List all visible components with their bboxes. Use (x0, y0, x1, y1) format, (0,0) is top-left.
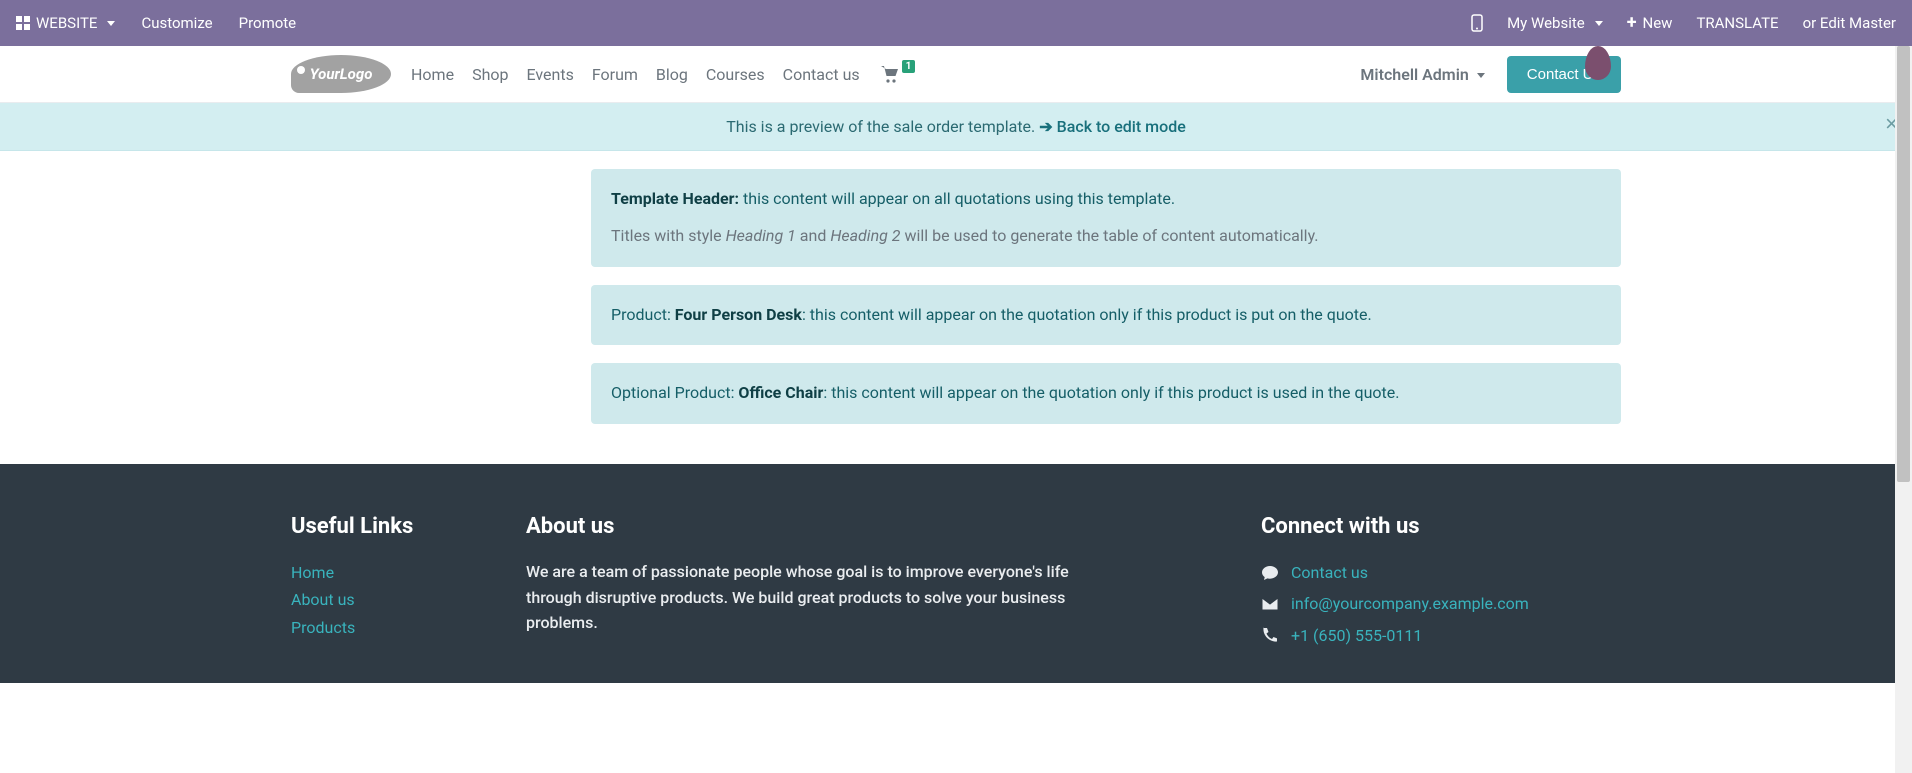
alert-text: This is a preview of the sale order temp… (726, 117, 1039, 136)
footer-about: About us We are a team of passionate peo… (526, 514, 1086, 653)
hint-heading1: Heading 1 (726, 226, 796, 245)
nav-home[interactable]: Home (411, 65, 454, 84)
editor-topbar: WEBSITE Customize Promote My Website + N… (0, 0, 1912, 46)
new-page-button[interactable]: + New (1627, 14, 1673, 32)
footer-link-products[interactable]: Products (291, 618, 355, 637)
nav-shop[interactable]: Shop (472, 65, 508, 84)
product-prefix: Product: (611, 305, 675, 324)
optional-prefix: Optional Product: (611, 383, 738, 402)
optional-product-box[interactable]: Optional Product: Office Chair: this con… (591, 363, 1621, 424)
connect-title: Connect with us (1261, 514, 1621, 539)
product-box[interactable]: Product: Four Person Desk: this content … (591, 285, 1621, 346)
heading-hint: Titles with style Heading 1 and Heading … (611, 224, 1601, 249)
nav-blog[interactable]: Blog (656, 65, 688, 84)
translate-button[interactable]: TRANSLATE (1696, 14, 1778, 32)
nav-events[interactable]: Events (526, 65, 573, 84)
website-menu[interactable]: WEBSITE (16, 14, 115, 32)
nav-courses[interactable]: Courses (706, 65, 765, 84)
my-website-dropdown[interactable]: My Website (1507, 14, 1603, 32)
optional-product-name: Office Chair (738, 383, 823, 402)
page-body: Template Header: this content will appea… (281, 151, 1631, 464)
mobile-preview-button[interactable] (1471, 14, 1483, 32)
footer-email-link[interactable]: info@yourcompany.example.com (1291, 590, 1529, 617)
hint-part-mid: and (796, 226, 831, 245)
hint-heading2: Heading 2 (830, 226, 900, 245)
template-header-label: Template Header: (611, 189, 739, 208)
optional-text: : this content will appear on the quotat… (823, 383, 1399, 402)
customize-link[interactable]: Customize (141, 14, 212, 32)
apps-icon (16, 16, 30, 30)
product-text: : this content will appear on the quotat… (802, 305, 1372, 324)
about-title: About us (526, 514, 1086, 539)
cart-icon (880, 65, 900, 83)
about-text: We are a team of passionate people whose… (526, 559, 1086, 636)
footer-link-about[interactable]: About us (291, 590, 355, 609)
vertical-scrollbar[interactable] (1895, 46, 1912, 773)
theme-drop-icon[interactable] (1585, 46, 1611, 80)
preview-alert: This is a preview of the sale order temp… (0, 103, 1912, 151)
chat-icon (1261, 565, 1279, 581)
back-to-edit-link[interactable]: ➔ Back to edit mode (1039, 117, 1186, 136)
site-header: YourLogo Home Shop Events Forum Blog Cou… (0, 46, 1912, 103)
footer-contact-link[interactable]: Contact us (1291, 559, 1368, 586)
my-website-label: My Website (1507, 14, 1585, 32)
user-name-label: Mitchell Admin (1360, 65, 1468, 84)
topbar-left: WEBSITE Customize Promote (16, 14, 296, 32)
promote-link[interactable]: Promote (239, 14, 297, 32)
site-footer: Useful Links Home About us Products Abou… (0, 464, 1912, 683)
arrow-right-icon: ➔ (1039, 117, 1052, 136)
template-blocks: Template Header: this content will appea… (591, 169, 1621, 424)
template-header-text: this content will appear on all quotatio… (739, 189, 1175, 208)
main-nav: Home Shop Events Forum Blog Courses Cont… (411, 65, 860, 84)
back-link-label: Back to edit mode (1057, 117, 1186, 136)
template-header-box[interactable]: Template Header: this content will appea… (591, 169, 1621, 267)
useful-links-title: Useful Links (291, 514, 486, 539)
cart-count-badge: 1 (902, 60, 916, 73)
footer-link-home[interactable]: Home (291, 563, 334, 582)
chevron-down-icon (1473, 65, 1485, 84)
plus-icon: + (1627, 14, 1637, 32)
hint-part-a: Titles with style (611, 226, 726, 245)
footer-useful-links: Useful Links Home About us Products (291, 514, 486, 653)
logo-text: YourLogo (310, 65, 373, 83)
topbar-right: My Website + New TRANSLATE or Edit Maste… (1471, 14, 1896, 32)
nav-contact[interactable]: Contact us (783, 65, 860, 84)
new-label: New (1643, 14, 1673, 32)
website-menu-label: WEBSITE (36, 14, 97, 32)
mobile-icon (1471, 14, 1483, 32)
edit-master-link[interactable]: or Edit Master (1803, 14, 1896, 32)
cart-button[interactable]: 1 (880, 65, 914, 83)
product-name: Four Person Desk (675, 305, 802, 324)
phone-icon (1261, 627, 1279, 643)
site-logo[interactable]: YourLogo (291, 55, 391, 93)
nav-forum[interactable]: Forum (592, 65, 638, 84)
hint-part-b: will be used to generate the table of co… (901, 226, 1319, 245)
footer-phone-link[interactable]: +1 (650) 555-0111 (1291, 622, 1422, 649)
envelope-icon (1261, 597, 1279, 611)
scrollbar-thumb[interactable] (1897, 46, 1910, 482)
footer-connect: Connect with us Contact us info@yourcomp… (1261, 514, 1621, 653)
user-menu[interactable]: Mitchell Admin (1360, 65, 1484, 84)
